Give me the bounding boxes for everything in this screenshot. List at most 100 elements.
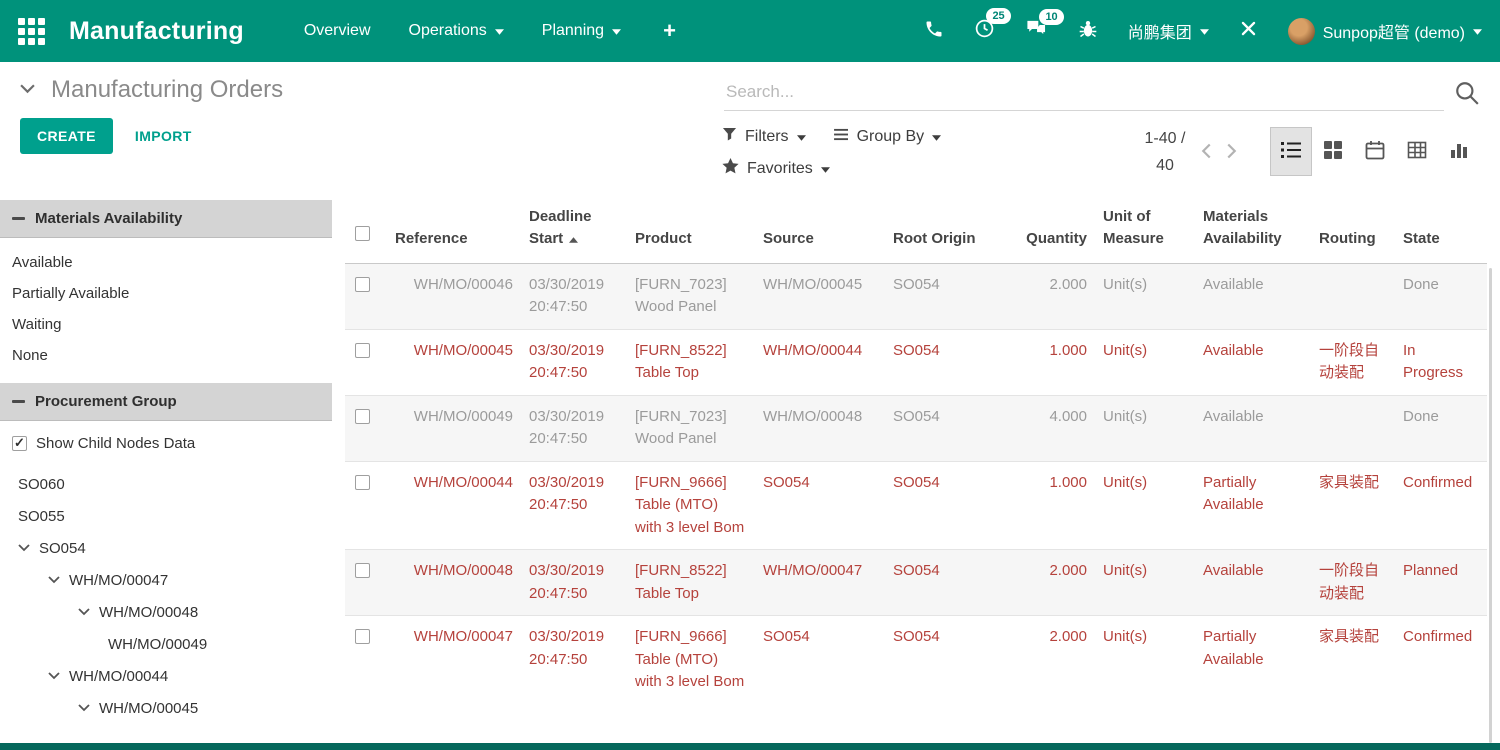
chevron-down-icon[interactable]: [78, 608, 90, 616]
pager-next-button[interactable]: [1219, 138, 1244, 167]
column-header-source[interactable]: Source: [755, 200, 885, 263]
app-title[interactable]: Manufacturing: [69, 17, 244, 46]
filters-label: Filters: [745, 128, 789, 146]
view-switcher: [1270, 127, 1480, 176]
activities-badge: 25: [986, 8, 1010, 24]
filter-item-waiting[interactable]: Waiting: [0, 309, 332, 340]
table-row[interactable]: WH/MO/0004603/30/2019 20:47:50[FURN_7023…: [345, 263, 1487, 329]
row-checkbox[interactable]: [355, 563, 370, 578]
select-all-checkbox[interactable]: [355, 226, 370, 241]
cell-quantity: 1.000: [1013, 461, 1095, 550]
table-row[interactable]: WH/MO/0004403/30/2019 20:47:50[FURN_9666…: [345, 461, 1487, 550]
view-switch-pivot[interactable]: [1396, 127, 1438, 176]
tree-node-so054[interactable]: SO054: [0, 532, 332, 564]
view-switch-kanban[interactable]: [1312, 127, 1354, 176]
tree-node-so060[interactable]: SO060: [0, 468, 332, 500]
row-checkbox[interactable]: [355, 277, 370, 292]
tools-icon: [1239, 19, 1258, 43]
view-switch-calendar[interactable]: [1354, 127, 1396, 176]
view-switch-graph[interactable]: [1438, 127, 1480, 176]
tree-node-wh-mo-00048[interactable]: WH/MO/00048: [0, 596, 332, 628]
list-header-row: ReferenceDeadline StartProductSourceRoot…: [345, 200, 1487, 263]
company-menu[interactable]: 尚鹏集团: [1128, 19, 1209, 43]
import-button[interactable]: IMPORT: [135, 128, 192, 144]
filter-item-partially-available[interactable]: Partially Available: [0, 278, 332, 309]
menu-planning[interactable]: Planning: [542, 22, 621, 40]
table-row[interactable]: WH/MO/0004803/30/2019 20:47:50[FURN_8522…: [345, 550, 1487, 616]
row-checkbox[interactable]: [355, 343, 370, 358]
tree-node-so055[interactable]: SO055: [0, 500, 332, 532]
filters-button[interactable]: Filters: [722, 127, 806, 147]
messages-button[interactable]: 10: [1025, 19, 1048, 44]
column-header-availability[interactable]: Materials Availability: [1195, 200, 1311, 263]
table-row[interactable]: WH/MO/0004503/30/2019 20:47:50[FURN_8522…: [345, 329, 1487, 395]
search-input[interactable]: [724, 78, 1444, 111]
favorites-button[interactable]: Favorites: [722, 158, 830, 179]
column-header-root_origin[interactable]: Root Origin: [885, 200, 1013, 263]
procurement-tree: SO060SO055SO054WH/MO/00047WH/MO/00048WH/…: [0, 460, 332, 724]
tools-button[interactable]: [1239, 19, 1258, 43]
cell-state: Confirmed: [1395, 616, 1487, 704]
tree-node-wh-mo-00047[interactable]: WH/MO/00047: [0, 564, 332, 596]
row-checkbox[interactable]: [355, 475, 370, 490]
orders-table: ReferenceDeadline StartProductSourceRoot…: [345, 200, 1487, 704]
table-row[interactable]: WH/MO/0004703/30/2019 20:47:50[FURN_9666…: [345, 616, 1487, 704]
chevron-down-icon[interactable]: [18, 544, 30, 552]
view-switch-list[interactable]: [1270, 127, 1312, 176]
cell-source: WH/MO/00044: [755, 329, 885, 395]
group-by-button[interactable]: Group By: [834, 127, 942, 147]
row-checkbox[interactable]: [355, 409, 370, 424]
apps-menu-button[interactable]: [18, 18, 45, 45]
user-menu[interactable]: Sunpop超管 (demo): [1288, 18, 1482, 45]
section-header-materials-availability: Materials Availability: [0, 200, 332, 238]
group-by-bars-icon: [834, 128, 849, 146]
filter-item-none[interactable]: None: [0, 340, 332, 371]
vertical-scrollbar[interactable]: [1489, 268, 1492, 743]
column-header-uom[interactable]: Unit of Measure: [1095, 200, 1195, 263]
voip-phone-button[interactable]: [924, 19, 944, 44]
cell-reference: WH/MO/00047: [387, 616, 521, 704]
chevron-down-icon[interactable]: [78, 704, 90, 712]
cell-deadline: 03/30/2019 20:47:50: [521, 461, 627, 550]
menu-overview[interactable]: Overview: [304, 22, 371, 40]
chevron-down-icon[interactable]: [48, 576, 60, 584]
column-header-routing[interactable]: Routing: [1311, 200, 1395, 263]
filter-item-available[interactable]: Available: [0, 247, 332, 278]
debug-bug-button[interactable]: [1078, 19, 1098, 44]
select-all-header: [345, 200, 387, 263]
row-select-cell: [345, 395, 387, 461]
column-header-product[interactable]: Product: [627, 200, 755, 263]
row-checkbox[interactable]: [355, 629, 370, 644]
table-row[interactable]: WH/MO/0004903/30/2019 20:47:50[FURN_7023…: [345, 395, 1487, 461]
tree-node-wh-mo-00045[interactable]: WH/MO/00045: [0, 692, 332, 724]
cell-uom: Unit(s): [1095, 616, 1195, 704]
filter-section-icon: [12, 217, 25, 220]
breadcrumb-expander[interactable]: [20, 81, 35, 99]
column-header-quantity[interactable]: Quantity: [1013, 200, 1095, 263]
show-child-nodes-checkbox[interactable]: [12, 436, 27, 451]
availability-items: AvailablePartially AvailableWaitingNone: [0, 238, 332, 383]
column-header-state[interactable]: State: [1395, 200, 1487, 263]
pager: 1-40 / 40: [1136, 127, 1244, 177]
search-icon[interactable]: [1454, 80, 1480, 111]
calendar-view-icon: [1365, 140, 1385, 163]
chevron-right-icon: [1225, 142, 1238, 163]
bottom-window-edge: [0, 743, 1500, 750]
cell-routing: 一阶段自动装配: [1311, 329, 1395, 395]
column-header-deadline[interactable]: Deadline Start: [521, 200, 627, 263]
show-child-nodes-toggle[interactable]: Show Child Nodes Data: [0, 421, 332, 460]
chevron-down-icon[interactable]: [48, 672, 60, 680]
cell-root_origin: SO054: [885, 550, 1013, 616]
menu-operations[interactable]: Operations: [409, 22, 504, 40]
cell-source: WH/MO/00047: [755, 550, 885, 616]
column-header-reference[interactable]: Reference: [387, 200, 521, 263]
tree-node-wh-mo-00049[interactable]: WH/MO/00049: [0, 628, 332, 660]
quick-create-plus-button[interactable]: +: [663, 18, 676, 44]
tree-node-wh-mo-00044[interactable]: WH/MO/00044: [0, 660, 332, 692]
activities-button[interactable]: 25: [974, 18, 995, 44]
create-button[interactable]: CREATE: [20, 118, 113, 154]
cell-root_origin: SO054: [885, 329, 1013, 395]
cell-root_origin: SO054: [885, 263, 1013, 329]
pager-previous-button[interactable]: [1194, 138, 1219, 167]
search-panel: Materials Availability AvailablePartiall…: [0, 185, 332, 743]
